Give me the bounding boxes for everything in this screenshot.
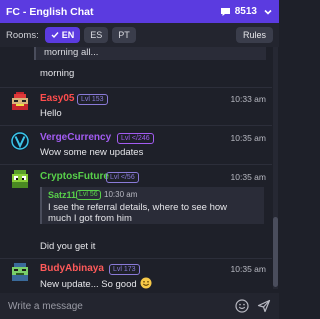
level-badge: Lvl </56 <box>106 172 139 183</box>
online-count-badge: 8513 <box>220 6 257 17</box>
message-divider <box>0 164 272 165</box>
rooms-label: Rooms: <box>6 29 39 41</box>
level-badge: Lvl 153 <box>77 94 108 105</box>
message-divider <box>0 258 272 259</box>
message-text: Did you get it <box>40 241 96 252</box>
message-time: 10:35 am <box>230 264 266 274</box>
pixel-avatar-icon[interactable] <box>10 170 30 190</box>
message-text: New update... So good <box>40 277 152 289</box>
check-icon <box>51 32 59 39</box>
message-input[interactable] <box>8 300 227 312</box>
scrollbar-thumb[interactable] <box>273 217 278 287</box>
chat-bubble-icon <box>220 7 230 16</box>
reply-text: I see the referral details, where to see… <box>48 202 228 213</box>
level-badge: Lvl 173 <box>109 264 140 275</box>
message-divider <box>0 125 272 126</box>
room-tab-es[interactable]: ES <box>84 27 109 43</box>
quoted-message: morning all... <box>34 47 266 60</box>
rules-button[interactable]: Rules <box>235 27 273 43</box>
pixel-avatar-icon[interactable] <box>10 263 30 283</box>
chevron-down-icon[interactable] <box>263 7 273 17</box>
room-tab-en[interactable]: EN <box>44 27 81 43</box>
message-time: 10:33 am <box>230 94 266 104</box>
online-count: 8513 <box>234 6 257 17</box>
pixel-avatar-icon[interactable] <box>10 92 30 112</box>
message-time: 10:35 am <box>230 133 266 143</box>
emoji-icon[interactable] <box>235 299 249 313</box>
feed-scrollbar[interactable] <box>273 47 278 289</box>
message-divider <box>0 87 272 88</box>
username[interactable]: Easy05 <box>40 93 74 104</box>
quoted-reply[interactable]: Satz11 Lvl 56 10:30 am I see the referra… <box>40 187 264 224</box>
reply-time: 10:30 am <box>104 190 138 199</box>
message-text: Wow some new updates <box>40 147 144 158</box>
message-time: 10:35 am <box>230 172 266 182</box>
rooms-bar: Rooms: EN ES PT Rules <box>0 23 279 47</box>
room-tab-label: EN <box>61 30 75 40</box>
username[interactable]: CryptosFuture <box>40 171 109 182</box>
chat-title: FC - English Chat <box>6 5 94 18</box>
message-feed[interactable]: morning all... morning Easy05 Lvl 153 10… <box>0 47 272 289</box>
reply-username: Satz11 <box>48 190 77 200</box>
verge-logo-icon[interactable] <box>10 131 30 151</box>
room-tab-label: ES <box>90 30 103 40</box>
smile-emoji-icon <box>140 277 152 289</box>
chat-header: FC - English Chat 8513 <box>0 0 279 23</box>
send-icon[interactable] <box>257 299 271 313</box>
message-text: morning <box>40 68 75 79</box>
reply-level-badge: Lvl 56 <box>76 190 101 200</box>
room-tab-label: PT <box>118 30 130 40</box>
room-tab-pt[interactable]: PT <box>112 27 136 43</box>
username[interactable]: VergeCurrency <box>40 132 111 143</box>
message-composer <box>0 293 279 319</box>
message-text: Hello <box>40 108 62 119</box>
level-badge: Lvl </246 <box>117 133 154 144</box>
reply-text: much I got from him <box>48 213 132 224</box>
username[interactable]: BudyAbinaya <box>40 263 104 274</box>
